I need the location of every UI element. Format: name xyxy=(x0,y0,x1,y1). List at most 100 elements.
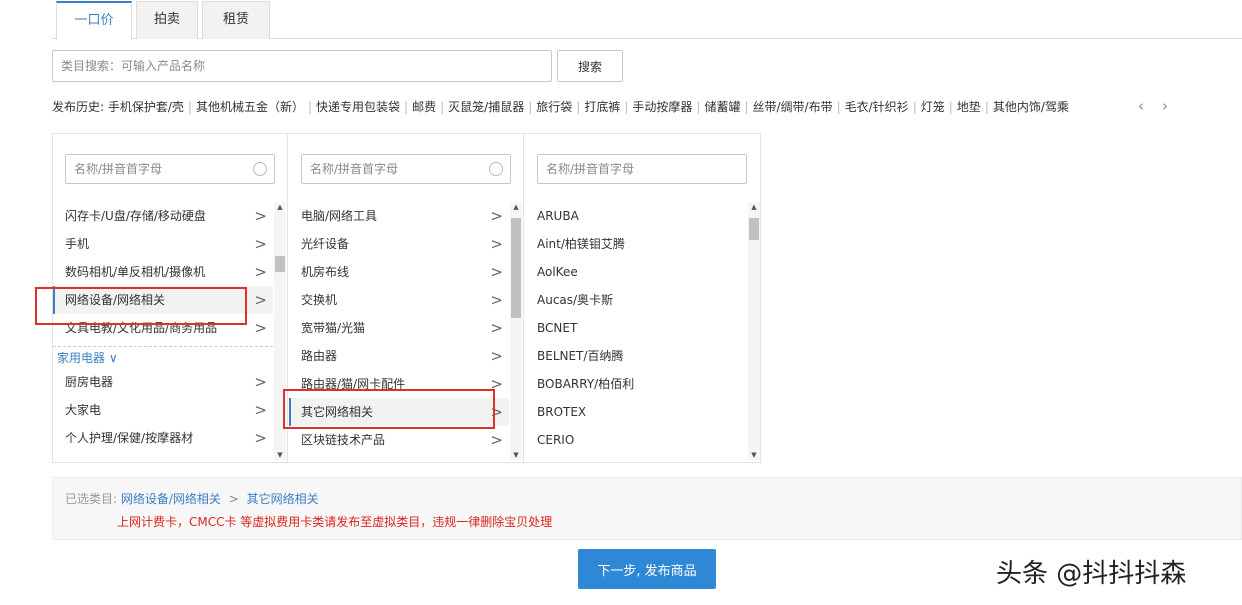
list-item[interactable]: AolKee xyxy=(525,258,745,286)
chevron-right-icon: > xyxy=(254,263,267,281)
list-item[interactable]: CERIO xyxy=(525,426,745,454)
list-item[interactable]: 路由器 > xyxy=(289,342,509,370)
history-label: 发布历史: xyxy=(52,100,105,114)
history-item[interactable]: 其他机械五金（新） xyxy=(196,100,304,114)
watermark: 头条 @抖抖抖森 xyxy=(996,559,1187,589)
list-item[interactable]: BCNET xyxy=(525,314,745,342)
history-item[interactable]: 毛衣/针织衫 xyxy=(845,100,909,114)
list-item-selected[interactable]: 其它网络相关 > xyxy=(289,398,509,426)
chevron-right-icon: > xyxy=(490,207,503,225)
history-item[interactable]: 打底裤 xyxy=(584,100,620,114)
breadcrumb: 已选类目: 网络设备/网络相关 > 其它网络相关 xyxy=(65,492,319,506)
list-item[interactable]: 个人护理/保健/按摩器材 > xyxy=(53,424,273,452)
level2-filter-input[interactable] xyxy=(301,154,511,184)
history-item[interactable]: 其他内饰/驾乘 xyxy=(993,100,1069,114)
list-item[interactable]: BROTEX xyxy=(525,398,745,426)
chevron-right-icon: > xyxy=(254,235,267,253)
search-icon xyxy=(489,162,503,176)
scroll-up-icon[interactable]: ▲ xyxy=(274,202,286,212)
list-item[interactable]: 机房布线 > xyxy=(289,258,509,286)
category-selector: 闪存卡/U盘/存储/移动硬盘> 手机> 数码相机/单反相机/摄像机> 网络设备/… xyxy=(35,133,761,463)
history-item[interactable]: 地垫 xyxy=(957,100,981,114)
level2-list: 电脑/网络工具 > 光纤设备 > 机房布线 > 交换机 > 宽带猫/光猫 > 路由器 > 路… xyxy=(289,202,509,460)
scroll-down-icon[interactable]: ▼ xyxy=(274,450,286,460)
list-item[interactable]: BELNET/百纳腾 xyxy=(525,342,745,370)
list-item[interactable]: 厨房电器 > xyxy=(53,368,273,396)
chevron-right-icon: > xyxy=(254,291,267,309)
history-item[interactable]: 旅行袋 xyxy=(536,100,572,114)
scroll-thumb[interactable] xyxy=(511,218,521,318)
search-button[interactable]: 搜索 xyxy=(557,50,623,82)
tab-fixed-price[interactable]: 一口价 xyxy=(56,1,132,40)
warning-message: 上网计费卡，CMCC卡 等虚拟费用卡类请发布至虚拟类目，违规一律删除宝贝处理 xyxy=(117,515,553,529)
selected-category-panel: 已选类目: 网络设备/网络相关 > 其它网络相关 上网计费卡，CMCC卡 等虚拟… xyxy=(52,477,1242,540)
list-item[interactable]: 文具电教/文化用品/商务用品 > xyxy=(53,314,273,342)
publish-history: 发布历史: 手机保护套/壳 | 其他机械五金（新） | 快递专用包装袋 | 邮费 | 灭鼠笼/捕… xyxy=(52,97,1232,116)
scroll-down-icon[interactable]: ▼ xyxy=(748,450,760,460)
chevron-right-icon: > xyxy=(490,291,503,309)
history-item[interactable]: 邮费 xyxy=(412,100,436,114)
history-next-icon[interactable]: › xyxy=(1162,97,1168,115)
list-item[interactable]: 交换机 > xyxy=(289,286,509,314)
scrollbar[interactable]: ▲ ▼ xyxy=(274,202,286,460)
tab-rental[interactable]: 租赁 xyxy=(202,1,270,39)
list-item[interactable]: BOBARRY/柏佰利 xyxy=(525,370,745,398)
scroll-thumb[interactable] xyxy=(749,218,759,240)
scroll-up-icon[interactable]: ▲ xyxy=(748,202,760,212)
scroll-down-icon[interactable]: ▼ xyxy=(510,450,522,460)
list-item[interactable]: 光纤设备 > xyxy=(289,230,509,258)
list-item[interactable]: ARUBA xyxy=(525,202,745,230)
breadcrumb-level2[interactable]: 其它网络相关 xyxy=(247,492,319,506)
listing-type-tabs: 一口价 拍卖 租赁 xyxy=(52,0,1242,40)
search-icon xyxy=(253,162,267,176)
history-item[interactable]: 灭鼠笼/捕鼠器 xyxy=(448,100,524,114)
chevron-right-icon: > xyxy=(490,375,503,393)
breadcrumb-separator: > xyxy=(228,492,239,506)
chevron-right-icon: > xyxy=(490,319,503,337)
brand-filter-input[interactable] xyxy=(537,154,747,184)
list-item-selected[interactable]: 网络设备/网络相关 > xyxy=(53,286,273,314)
list-item[interactable]: 路由器/猫/网卡配件 > xyxy=(289,370,509,398)
history-item[interactable]: 手动按摩器 xyxy=(632,100,692,114)
chevron-right-icon: > xyxy=(490,431,503,449)
history-item[interactable]: 丝带/绸带/布带 xyxy=(753,100,833,114)
scrollbar[interactable]: ▲ ▼ xyxy=(748,202,760,460)
history-item[interactable]: 手机保护套/壳 xyxy=(108,100,184,114)
chevron-right-icon: > xyxy=(254,319,267,337)
chevron-right-icon: > xyxy=(490,403,503,421)
chevron-right-icon: > xyxy=(490,347,503,365)
chevron-right-icon: > xyxy=(490,235,503,253)
list-item[interactable]: Aucas/奥卡斯 xyxy=(525,286,745,314)
history-item[interactable]: 储蓄罐 xyxy=(704,100,740,114)
chevron-right-icon: > xyxy=(254,401,267,419)
category-column-level2: 电脑/网络工具> 光纤设备> 机房布线> 交换机> 宽带猫/光猫> 路由器> 路… xyxy=(289,134,524,462)
brand-list: ARUBA Aint/柏镁钼艾腾 AolKee Aucas/奥卡斯 BCNET … xyxy=(525,202,745,460)
history-prev-icon[interactable]: ‹ xyxy=(1138,97,1144,115)
list-item[interactable]: 大家电 > xyxy=(53,396,273,424)
tab-auction[interactable]: 拍卖 xyxy=(136,1,198,39)
list-item[interactable]: 区块链技术产品 > xyxy=(289,426,509,454)
chevron-right-icon: > xyxy=(254,207,267,225)
category-column-brand: ARUBA Aint/柏镁钼艾腾 AolKee Aucas/奥卡斯 BCNET … xyxy=(525,134,761,462)
list-item[interactable]: 手机 > xyxy=(53,230,273,258)
history-list: 手机保护套/壳 | 其他机械五金（新） | 快递专用包装袋 | 邮费 | 灭鼠笼/捕鼠器 | 旅行袋… xyxy=(107,100,1069,114)
chevron-right-icon: > xyxy=(254,429,267,447)
chevron-right-icon: > xyxy=(254,373,267,391)
group-home-appliances[interactable]: 家用电器 ∨ xyxy=(53,346,273,368)
list-item[interactable]: 闪存卡/U盘/存储/移动硬盘 > xyxy=(53,202,273,230)
scroll-thumb[interactable] xyxy=(275,256,285,272)
list-item[interactable]: 电脑/网络工具 > xyxy=(289,202,509,230)
list-item[interactable]: Aint/柏镁钼艾腾 xyxy=(525,230,745,258)
level1-filter-input[interactable] xyxy=(65,154,275,184)
history-item[interactable]: 灯笼 xyxy=(921,100,945,114)
scroll-up-icon[interactable]: ▲ xyxy=(510,202,522,212)
list-item[interactable]: 宽带猫/光猫 > xyxy=(289,314,509,342)
category-search-input[interactable] xyxy=(52,50,552,82)
breadcrumb-level1[interactable]: 网络设备/网络相关 xyxy=(121,492,221,506)
next-step-button[interactable]: 下一步, 发布商品 xyxy=(578,549,716,589)
list-item[interactable]: 数码相机/单反相机/摄像机 > xyxy=(53,258,273,286)
history-item[interactable]: 快递专用包装袋 xyxy=(316,100,400,114)
scrollbar[interactable]: ▲ ▼ xyxy=(510,202,522,460)
chevron-right-icon: > xyxy=(490,263,503,281)
category-column-level1: 闪存卡/U盘/存储/移动硬盘> 手机> 数码相机/单反相机/摄像机> 网络设备/… xyxy=(53,134,288,462)
